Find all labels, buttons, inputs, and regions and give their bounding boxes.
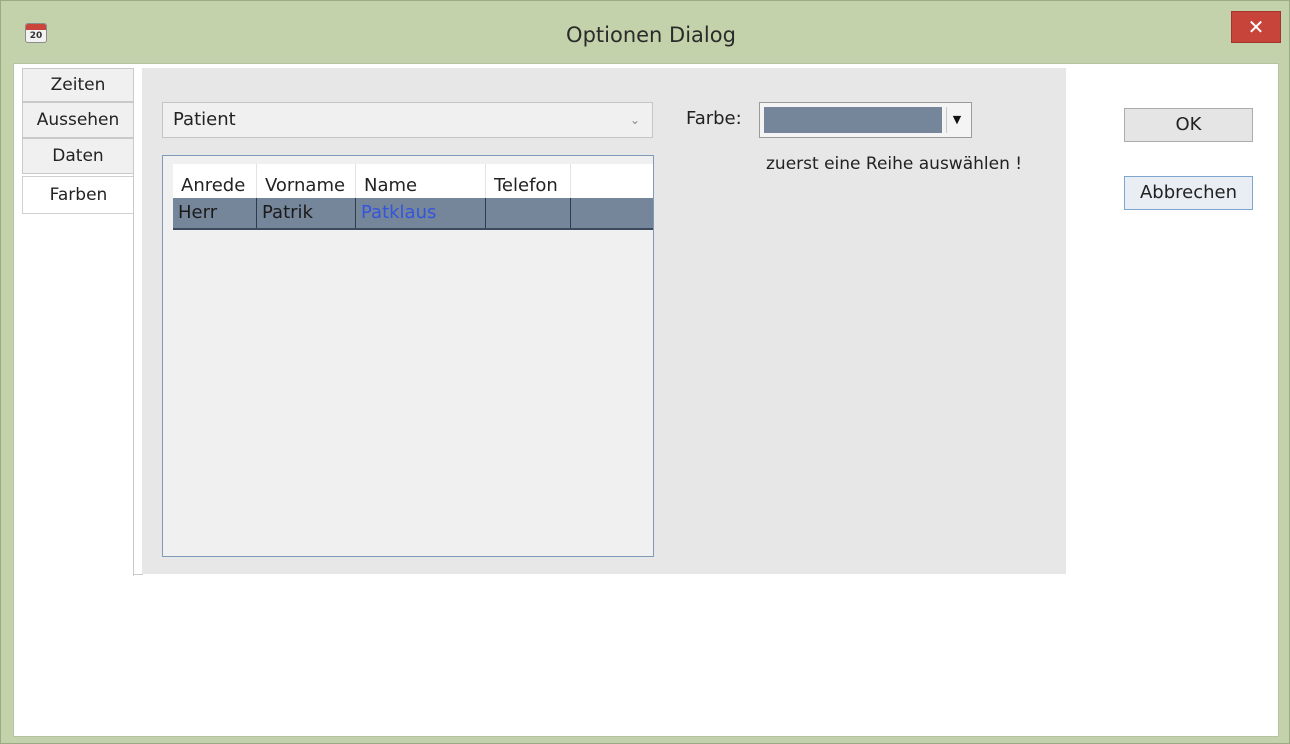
title-bar[interactable]: 20 Optionen Dialog ✕ — [1, 1, 1289, 63]
category-select-value: Patient — [173, 109, 236, 130]
table-row[interactable]: Herr Patrik Patklaus — [173, 198, 653, 230]
column-header-vorname[interactable]: Vorname — [257, 164, 356, 198]
cancel-button[interactable]: Abbrechen — [1124, 176, 1253, 210]
cell-telefon — [486, 198, 571, 228]
grid-header: Anrede Vorname Name Telefon — [173, 164, 653, 198]
close-button[interactable]: ✕ — [1231, 11, 1281, 43]
farbe-label: Farbe: — [686, 108, 742, 129]
preview-data-grid[interactable]: Anrede Vorname Name Telefon Herr Patrik … — [162, 155, 654, 557]
window-title: Optionen Dialog — [566, 23, 736, 47]
options-dialog-window: 20 Optionen Dialog ✕ Zeiten Aussehen Dat… — [0, 0, 1290, 744]
column-header-name[interactable]: Name — [356, 164, 486, 198]
close-icon: ✕ — [1247, 15, 1265, 39]
category-select[interactable]: Patient ⌄ — [162, 102, 653, 138]
cell-vorname: Patrik — [257, 198, 356, 228]
ok-button[interactable]: OK — [1124, 108, 1253, 142]
column-header-telefon[interactable]: Telefon — [486, 164, 571, 198]
farben-tab-panel: Patient ⌄ Anrede Vorname Name Telefon He… — [142, 68, 1066, 574]
cell-anrede: Herr — [173, 198, 257, 228]
tab-daten[interactable]: Daten — [22, 138, 134, 174]
dropdown-arrow-icon[interactable]: ▼ — [946, 107, 967, 133]
select-row-hint: zuerst eine Reihe auswählen ! — [766, 154, 1023, 174]
dialog-client-area: Zeiten Aussehen Daten Farben Patient ⌄ A… — [13, 63, 1279, 737]
tab-zeiten[interactable]: Zeiten — [22, 68, 134, 102]
color-swatch — [764, 107, 942, 133]
tab-divider-bottom — [133, 574, 143, 575]
cell-name: Patklaus — [356, 198, 486, 228]
chevron-down-icon: ⌄ — [629, 113, 640, 127]
color-picker-combo[interactable]: ▼ — [759, 102, 972, 138]
tab-farben[interactable]: Farben — [22, 176, 134, 214]
column-header-anrede[interactable]: Anrede — [173, 164, 257, 198]
tab-divider — [133, 68, 134, 576]
tab-aussehen[interactable]: Aussehen — [22, 102, 134, 138]
